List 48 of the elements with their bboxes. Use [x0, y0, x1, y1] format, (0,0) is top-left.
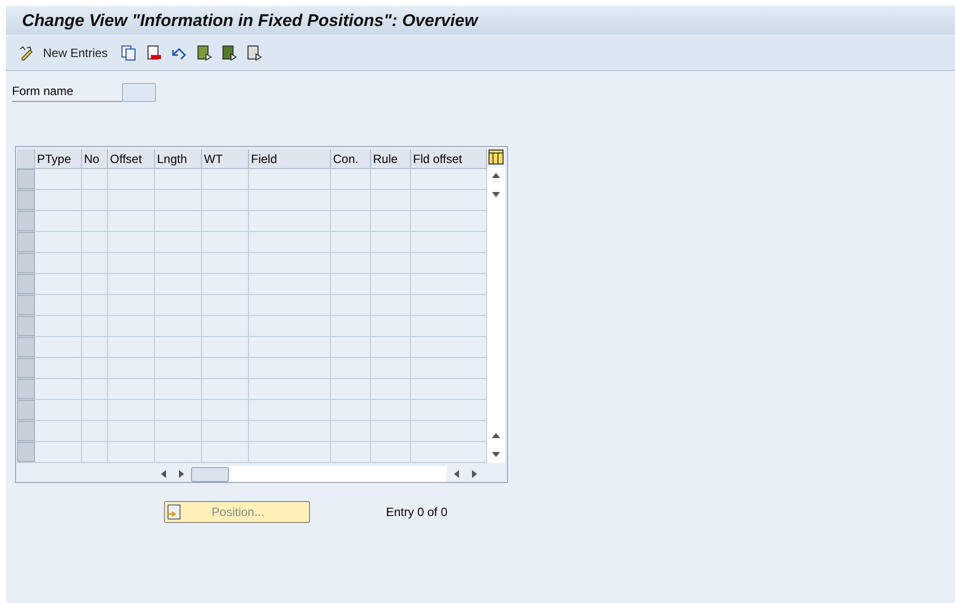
deselect-all-icon[interactable]	[246, 45, 262, 61]
copy-icon[interactable]	[120, 45, 137, 61]
row-selector-button[interactable]	[17, 169, 35, 189]
scroll-left-icon[interactable]	[452, 469, 462, 479]
row-selector-button[interactable]	[17, 211, 35, 231]
row-selector-button[interactable]	[17, 421, 35, 441]
scroll-down-icon[interactable]	[491, 189, 501, 199]
scroll-thumb[interactable]	[191, 466, 229, 482]
scroll-left-icon[interactable]	[159, 469, 169, 479]
undo-icon[interactable]	[170, 45, 187, 61]
column-header[interactable]: Rule	[371, 149, 411, 168]
scroll-up-icon[interactable]	[491, 431, 501, 441]
select-all-corner[interactable]	[17, 149, 35, 168]
scroll-down-icon[interactable]	[491, 449, 501, 459]
new-entries-button[interactable]: New Entries	[43, 44, 108, 62]
row-selector-button[interactable]	[17, 442, 35, 462]
row-selector-button[interactable]	[17, 253, 35, 273]
row-selector-button[interactable]	[17, 316, 35, 336]
row-selector-button[interactable]	[17, 274, 35, 294]
entry-count: Entry 0 of 0	[386, 504, 448, 521]
delete-icon[interactable]	[146, 45, 162, 61]
vertical-scrollbar[interactable]	[487, 167, 505, 463]
row-selector-button[interactable]	[17, 358, 35, 378]
column-header[interactable]: PType	[35, 149, 82, 168]
window-title: Change View "Information in Fixed Positions": Overview	[22, 10, 478, 32]
form-name-field[interactable]	[122, 82, 156, 102]
column-header[interactable]: WT	[202, 149, 249, 168]
position-icon	[167, 504, 181, 520]
select-block-icon[interactable]	[220, 45, 237, 61]
column-settings-icon[interactable]	[488, 149, 504, 165]
column-header[interactable]: Con.	[331, 149, 371, 168]
column-header[interactable]: Lngth	[155, 149, 202, 168]
column-header[interactable]: Field	[249, 149, 331, 168]
horizontal-scrollbar[interactable]	[191, 466, 447, 482]
scroll-right-icon[interactable]	[469, 469, 479, 479]
row-selector-button[interactable]	[17, 337, 35, 357]
row-selector-button[interactable]	[17, 295, 35, 315]
select-all-icon[interactable]	[196, 45, 212, 61]
column-header[interactable]: Fld offset	[411, 149, 487, 168]
edit-glasses-icon[interactable]	[18, 45, 34, 61]
row-selector-button[interactable]	[17, 379, 35, 399]
scroll-up-icon[interactable]	[491, 171, 501, 181]
scroll-right-icon[interactable]	[176, 469, 186, 479]
column-header[interactable]: Offset	[108, 149, 155, 168]
row-selector-button[interactable]	[17, 400, 35, 420]
row-selector-button[interactable]	[17, 190, 35, 210]
row-selector-button[interactable]	[17, 232, 35, 252]
column-header[interactable]: No	[82, 149, 108, 168]
